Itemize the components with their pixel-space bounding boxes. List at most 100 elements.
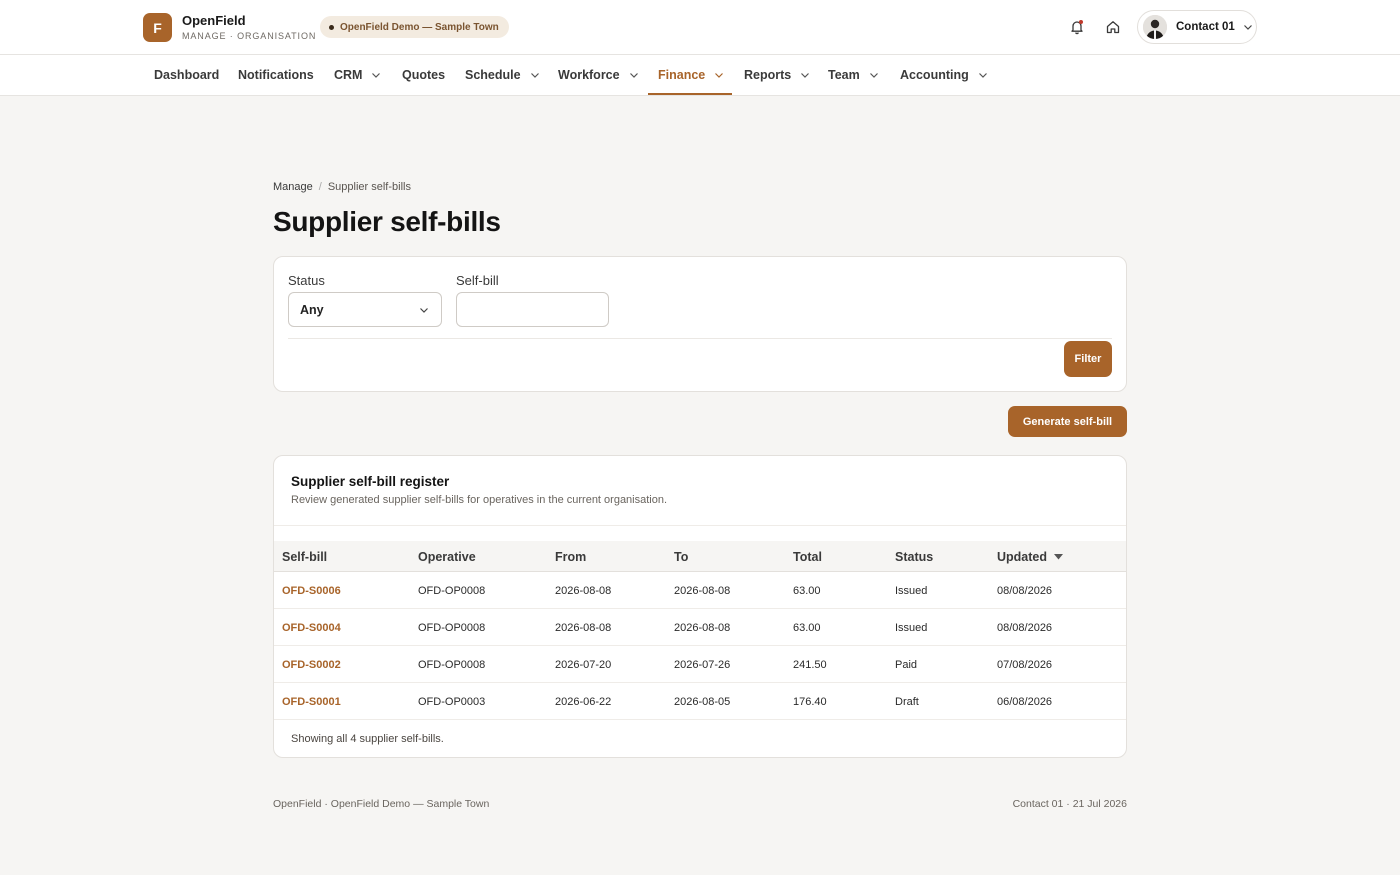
cell-status: Issued [895, 621, 928, 634]
register-title: Supplier self-bill register [291, 474, 450, 489]
home-button[interactable] [1102, 16, 1124, 38]
table-row: OFD-S0006 OFD-OP0008 2026-08-08 2026-08-08 6… [274, 572, 1126, 609]
column-header-label: From [555, 549, 587, 564]
table-row: OFD-S0001 OFD-OP0003 2026-06-22 2026-08-05 1… [274, 683, 1126, 720]
brand-name: OpenField [182, 13, 246, 28]
nav-item-finance[interactable]: Finance [658, 55, 724, 95]
cell-operative: OFD-OP0008 [418, 621, 486, 634]
divider [288, 338, 1112, 339]
breadcrumb-current: Supplier self-bills [327, 181, 411, 193]
column-header-label: To [674, 549, 689, 564]
cell-status: Issued [895, 584, 928, 597]
self-bill-link[interactable]: OFD-S0002 [282, 646, 341, 683]
organisation-name: OpenField Demo — Sample Town [340, 21, 499, 33]
column-header-label: Status [895, 549, 934, 564]
filter-button[interactable]: Filter [1064, 341, 1112, 377]
table-row: OFD-S0004 OFD-OP0008 2026-08-08 2026-08-08 6… [274, 609, 1126, 646]
cell-from: 2026-06-22 [555, 695, 612, 708]
active-tab-indicator [648, 93, 732, 95]
cell-total: 241.50 [793, 658, 827, 671]
table-row: OFD-S0002 OFD-OP0008 2026-07-20 2026-07-26 2… [274, 646, 1126, 683]
app-logo[interactable]: F [143, 13, 172, 42]
page-title: Supplier self-bills [273, 206, 501, 237]
chevron-down-icon [714, 70, 724, 80]
register-subtitle: Review generated supplier self-bills for… [291, 494, 668, 506]
sort-descending-icon [1054, 553, 1063, 560]
chevron-down-icon [800, 70, 810, 80]
avatar [1143, 15, 1167, 39]
breadcrumb-manage-link[interactable]: Manage [273, 181, 313, 193]
cell-updated: 07/08/2026 [997, 658, 1053, 671]
cell-to: 2026-08-08 [674, 584, 731, 597]
column-header-status[interactable]: Status [895, 541, 933, 572]
register-footer: Showing all 4 supplier self-bills. [291, 733, 444, 745]
chevron-down-icon [419, 305, 429, 315]
selfbill-label: Self-bill [456, 273, 499, 288]
nav-item-notifications[interactable]: Notifications [238, 55, 314, 95]
main-navigation: Dashboard Notifications CRM Quotes Schedule W… [0, 55, 1400, 96]
user-name: Contact 01 [1176, 21, 1235, 33]
nav-item-accounting[interactable]: Accounting [900, 55, 988, 95]
chevron-down-icon [371, 70, 381, 80]
organisation-badge[interactable]: OpenField Demo — Sample Town [320, 16, 509, 38]
self-bill-link[interactable]: OFD-S0001 [282, 683, 341, 720]
cell-updated: 08/08/2026 [997, 621, 1053, 634]
status-select[interactable]: Any [288, 292, 442, 327]
self-bill-link[interactable]: OFD-S0004 [282, 609, 341, 646]
nav-item-crm[interactable]: CRM [334, 55, 381, 95]
nav-item-schedule[interactable]: Schedule [465, 55, 540, 95]
footer-org-info: OpenField · OpenField Demo — Sample Town [273, 798, 490, 810]
notifications-button[interactable] [1066, 16, 1088, 38]
chevron-down-icon [530, 70, 540, 80]
nav-item-label: Notifications [238, 68, 314, 82]
nav-item-workforce[interactable]: Workforce [558, 55, 639, 95]
column-header-label: Operative [418, 549, 476, 564]
cell-total: 63.00 [793, 584, 821, 597]
column-header-updated[interactable]: Updated [997, 541, 1063, 572]
breadcrumb: Manage / Supplier self-bills [273, 181, 411, 193]
column-header-total[interactable]: Total [793, 541, 822, 572]
chevron-down-icon [978, 70, 988, 80]
nav-item-quotes[interactable]: Quotes [402, 55, 445, 95]
chevron-down-icon [869, 70, 879, 80]
generate-self-bill-button[interactable]: Generate self-bill [1008, 406, 1127, 437]
breadcrumb-separator: / [318, 181, 322, 193]
cell-from: 2026-08-08 [555, 584, 612, 597]
nav-item-team[interactable]: Team [828, 55, 879, 95]
cell-total: 63.00 [793, 621, 821, 634]
cell-status: Paid [895, 658, 918, 671]
table-header: Self-bill Operative From To Total Status Updat… [274, 541, 1126, 572]
cell-from: 2026-08-08 [555, 621, 612, 634]
self-bill-register: Supplier self-bill register Review gener… [273, 455, 1127, 758]
cell-to: 2026-07-26 [674, 658, 731, 671]
divider [274, 525, 1126, 526]
chevron-down-icon [629, 70, 639, 80]
status-dot-icon [329, 24, 334, 30]
cell-status: Draft [895, 695, 919, 708]
status-label: Status [288, 273, 325, 288]
cell-operative: OFD-OP0003 [418, 695, 486, 708]
column-header-self-bill[interactable]: Self-bill [282, 541, 327, 572]
cell-from: 2026-07-20 [555, 658, 612, 671]
footer-user-date: Contact 01 · 21 Jul 2026 [1012, 798, 1127, 810]
nav-item-label: Schedule [465, 68, 521, 82]
nav-item-dashboard[interactable]: Dashboard [154, 55, 219, 95]
column-header-operative[interactable]: Operative [418, 541, 476, 572]
nav-item-label: Reports [744, 68, 792, 82]
brand-subtitle: MANAGE · ORGANISATION [182, 31, 317, 41]
notification-dot [1079, 20, 1083, 24]
cell-total: 176.40 [793, 695, 827, 708]
column-header-to[interactable]: To [674, 541, 688, 572]
nav-item-label: Team [828, 68, 860, 82]
home-icon [1106, 21, 1120, 34]
nav-item-label: CRM [334, 68, 363, 82]
nav-item-label: Workforce [558, 68, 620, 82]
selfbill-search-input[interactable] [456, 292, 609, 327]
nav-item-label: Quotes [402, 68, 446, 82]
filter-panel: Status Any Self-bill Filter [273, 256, 1127, 392]
self-bill-link[interactable]: OFD-S0006 [282, 572, 341, 609]
nav-item-label: Dashboard [154, 68, 220, 82]
column-header-from[interactable]: From [555, 541, 586, 572]
nav-item-reports[interactable]: Reports [744, 55, 810, 95]
user-menu[interactable]: Contact 01 [1137, 10, 1257, 44]
